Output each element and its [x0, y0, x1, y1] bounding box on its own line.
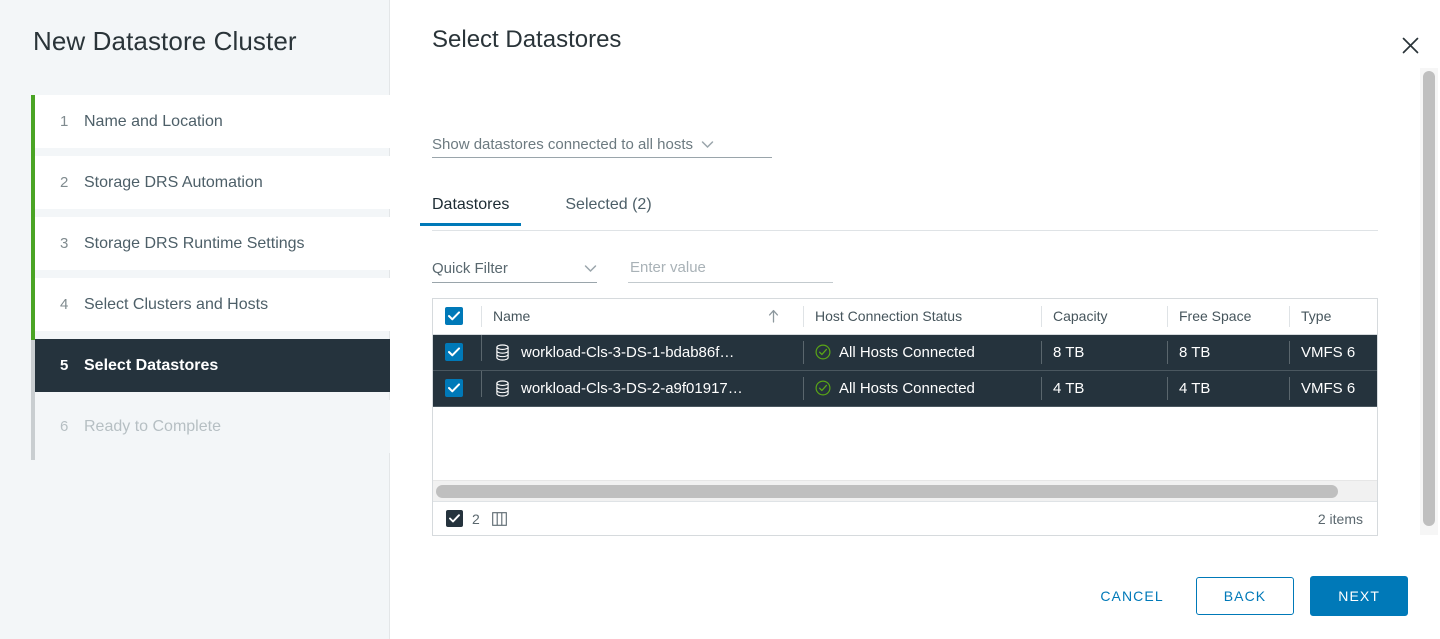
- selected-count: 2: [472, 510, 480, 527]
- table-header: Name Host Connection Status Capacity Fre…: [433, 299, 1377, 335]
- row-select-cell: [433, 370, 481, 407]
- chevron-down-icon: [584, 260, 597, 278]
- arrow-up-icon: [768, 309, 779, 323]
- chevron-down-icon: [701, 140, 714, 149]
- page-title: Select Datastores: [432, 26, 622, 53]
- back-button[interactable]: BACK: [1195, 577, 1295, 615]
- column-label: Type: [1301, 308, 1332, 325]
- step-number: 3: [60, 235, 69, 252]
- filter-row: Quick Filter: [432, 255, 833, 283]
- table-horizontal-scrollbar[interactable]: [433, 480, 1377, 501]
- column-header-capacity[interactable]: Capacity: [1041, 299, 1167, 335]
- datastore-name: workload-Cls-3-DS-2-a9f01917…: [521, 379, 743, 397]
- column-label: Capacity: [1053, 308, 1108, 325]
- datastore-scope-value: Show datastores connected to all hosts: [432, 135, 693, 153]
- sidebar-step-storage-drs-automation[interactable]: 2 Storage DRS Automation: [35, 156, 390, 209]
- datastores-grid: Name Host Connection Status Capacity Fre…: [433, 299, 1377, 407]
- table-body: workload-Cls-3-DS-1-bdab86f… All Hosts C…: [433, 334, 1377, 407]
- tab-datastores[interactable]: Datastores: [420, 196, 522, 226]
- cell-divider: [481, 370, 482, 397]
- step-label: Name and Location: [84, 112, 223, 130]
- step-number: 6: [60, 418, 69, 435]
- step-number: 1: [60, 113, 69, 130]
- column-header-free-space[interactable]: Free Space: [1167, 299, 1289, 335]
- sidebar-step-name-and-location[interactable]: 1 Name and Location: [35, 95, 390, 148]
- cell-host-connection-status: All Hosts Connected: [803, 334, 1041, 371]
- cell-type: VMFS 6: [1289, 334, 1377, 371]
- next-button[interactable]: NEXT: [1310, 576, 1408, 616]
- close-icon[interactable]: [1397, 32, 1423, 58]
- wizard-footer: CANCEL BACK NEXT: [390, 553, 1440, 639]
- row-checkbox[interactable]: [445, 379, 463, 397]
- row-select-cell: [433, 334, 481, 371]
- column-label: Name: [493, 308, 531, 325]
- row-checkbox[interactable]: [445, 343, 463, 361]
- datastores-table: Name Host Connection Status Capacity Fre…: [432, 298, 1378, 536]
- cell-divider: [481, 334, 482, 361]
- sidebar-step-ready-to-complete[interactable]: 6 Ready to Complete: [35, 400, 390, 453]
- step-number: 2: [60, 174, 69, 191]
- sidebar-step-storage-drs-runtime-settings[interactable]: 3 Storage DRS Runtime Settings: [35, 217, 390, 270]
- scrollbar-thumb[interactable]: [436, 485, 1338, 498]
- sidebar-step-select-clusters-and-hosts[interactable]: 4 Select Clusters and Hosts: [35, 278, 390, 331]
- step-label: Storage DRS Automation: [84, 173, 263, 191]
- step-label: Select Clusters and Hosts: [84, 295, 269, 313]
- table-header-row: Name Host Connection Status Capacity Fre…: [433, 299, 1377, 335]
- table-row[interactable]: workload-Cls-3-DS-2-a9f01917… All Hosts …: [433, 370, 1377, 407]
- column-header-type[interactable]: Type: [1289, 299, 1377, 335]
- new-datastore-cluster-wizard: New Datastore Cluster 1 Name and Locatio…: [0, 0, 1440, 639]
- status-text: All Hosts Connected: [839, 379, 975, 397]
- quick-filter-dropdown[interactable]: Quick Filter: [432, 255, 597, 283]
- status-text: All Hosts Connected: [839, 343, 975, 361]
- progress-fill: [31, 95, 35, 340]
- cell-free-space: 4 TB: [1167, 370, 1289, 407]
- footer-select-all-checkbox[interactable]: [446, 510, 463, 527]
- step-number: 4: [60, 296, 69, 313]
- datastore-scope-dropdown[interactable]: Show datastores connected to all hosts: [432, 131, 772, 158]
- filter-value-input[interactable]: [628, 255, 833, 283]
- step-label: Select Datastores: [84, 356, 219, 374]
- items-count: 2 items: [1317, 510, 1363, 527]
- content-vertical-scrollbar[interactable]: [1420, 68, 1438, 535]
- datastore-name: workload-Cls-3-DS-1-bdab86f…: [521, 343, 735, 361]
- wizard-content: Select Datastores Show datastores connec…: [390, 0, 1440, 639]
- wizard-title: New Datastore Cluster: [33, 26, 297, 56]
- wizard-steps: 1 Name and Location 2 Storage DRS Automa…: [0, 95, 390, 461]
- scrollbar-thumb[interactable]: [1423, 71, 1435, 526]
- tab-label: Selected (2): [565, 196, 652, 213]
- check-circle-icon: [815, 344, 831, 360]
- column-label: Free Space: [1179, 308, 1252, 325]
- cell-type: VMFS 6: [1289, 370, 1377, 407]
- select-all-checkbox[interactable]: [445, 307, 463, 326]
- table-row[interactable]: workload-Cls-3-DS-1-bdab86f… All Hosts C…: [433, 334, 1377, 371]
- datastore-icon: [495, 379, 510, 397]
- cell-free-space: 8 TB: [1167, 334, 1289, 371]
- tab-label: Datastores: [432, 196, 510, 213]
- cell-name: workload-Cls-3-DS-2-a9f01917…: [481, 370, 803, 407]
- tab-selected[interactable]: Selected (2): [553, 196, 663, 225]
- column-header-host-connection-status[interactable]: Host Connection Status: [803, 299, 1041, 335]
- cancel-button[interactable]: CANCEL: [1086, 579, 1177, 613]
- wizard-sidebar: New Datastore Cluster 1 Name and Locatio…: [0, 0, 390, 639]
- cell-host-connection-status: All Hosts Connected: [803, 370, 1041, 407]
- column-header-name[interactable]: Name: [481, 299, 803, 335]
- step-number: 5: [60, 357, 69, 374]
- columns-icon[interactable]: [491, 511, 507, 526]
- table-footer: 2 2 items: [433, 501, 1377, 535]
- step-label: Ready to Complete: [84, 417, 221, 435]
- quick-filter-label: Quick Filter: [432, 260, 508, 277]
- step-label: Storage DRS Runtime Settings: [84, 234, 305, 252]
- select-all-header: [433, 299, 481, 335]
- sidebar-step-select-datastores[interactable]: 5 Select Datastores: [35, 339, 390, 392]
- cell-name: workload-Cls-3-DS-1-bdab86f…: [481, 334, 803, 371]
- datastore-tabs: Datastores Selected (2): [420, 196, 1378, 231]
- cell-capacity: 8 TB: [1041, 334, 1167, 371]
- column-label: Host Connection Status: [815, 308, 963, 325]
- check-circle-icon: [815, 380, 831, 396]
- cell-capacity: 4 TB: [1041, 370, 1167, 407]
- datastore-icon: [495, 343, 510, 361]
